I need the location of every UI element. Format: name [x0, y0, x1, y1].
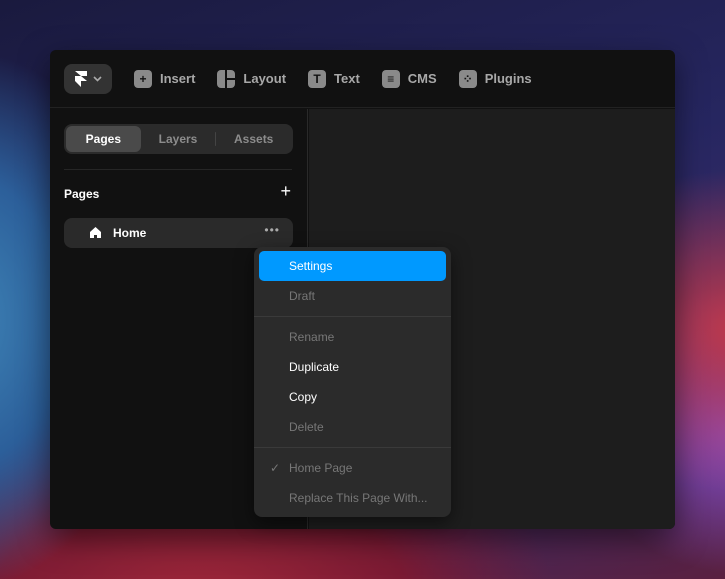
text-button[interactable]: T Text — [308, 69, 360, 88]
sidebar-tabs: Pages Layers Assets — [64, 124, 293, 154]
menu-item-replace-page: Replace This Page With... — [289, 491, 428, 505]
menu-item-home-page: ✓ Home Page — [259, 453, 446, 483]
layout-label: Layout — [243, 71, 287, 86]
menu-item-settings[interactable]: Settings — [259, 251, 446, 281]
tab-assets[interactable]: Assets — [216, 126, 291, 152]
plugins-label: Plugins — [484, 71, 532, 86]
text-icon: T — [308, 69, 327, 88]
page-label: Home — [113, 226, 147, 240]
insert-label: Insert — [160, 71, 196, 86]
context-menu: Settings Draft Rename Duplicate Copy Del… — [254, 247, 451, 517]
cms-button[interactable]: ≡ CMS — [381, 69, 437, 88]
toolbar: + Insert Layout T Text ≡ CMS ⁘ Plugins — [50, 50, 675, 108]
checkmark-icon: ✓ — [270, 461, 281, 475]
layout-icon — [217, 69, 236, 88]
database-icon: ≡ — [381, 69, 400, 88]
chevron-down-icon — [92, 75, 102, 82]
plugins-icon: ⁘ — [458, 69, 477, 88]
more-options-icon[interactable]: ••• — [264, 223, 280, 237]
text-label: Text — [334, 71, 360, 86]
menu-separator — [254, 447, 451, 448]
plugins-button[interactable]: ⁘ Plugins — [458, 69, 532, 88]
divider — [64, 169, 292, 170]
menu-item-duplicate[interactable]: Duplicate — [259, 352, 446, 382]
cms-label: CMS — [407, 71, 437, 86]
tab-layers[interactable]: Layers — [141, 126, 216, 152]
plus-icon: + — [134, 69, 152, 88]
menu-item-rename: Rename — [289, 330, 335, 344]
menu-item-draft: Draft — [289, 289, 316, 303]
framer-logo-icon — [74, 70, 87, 87]
section-title: Pages — [64, 187, 100, 201]
menu-item-delete: Delete — [289, 420, 324, 434]
menu-separator — [254, 316, 451, 317]
menu-item-copy[interactable]: Copy — [259, 382, 446, 412]
framer-menu-button[interactable] — [64, 63, 112, 94]
insert-button[interactable]: + Insert — [134, 69, 196, 88]
tab-pages[interactable]: Pages — [66, 126, 141, 152]
home-page-label: Home Page — [289, 461, 353, 475]
layout-button[interactable]: Layout — [217, 69, 287, 88]
add-page-button[interactable]: + — [280, 181, 291, 202]
home-icon — [90, 227, 101, 238]
page-item-home[interactable]: Home ••• — [64, 218, 293, 248]
